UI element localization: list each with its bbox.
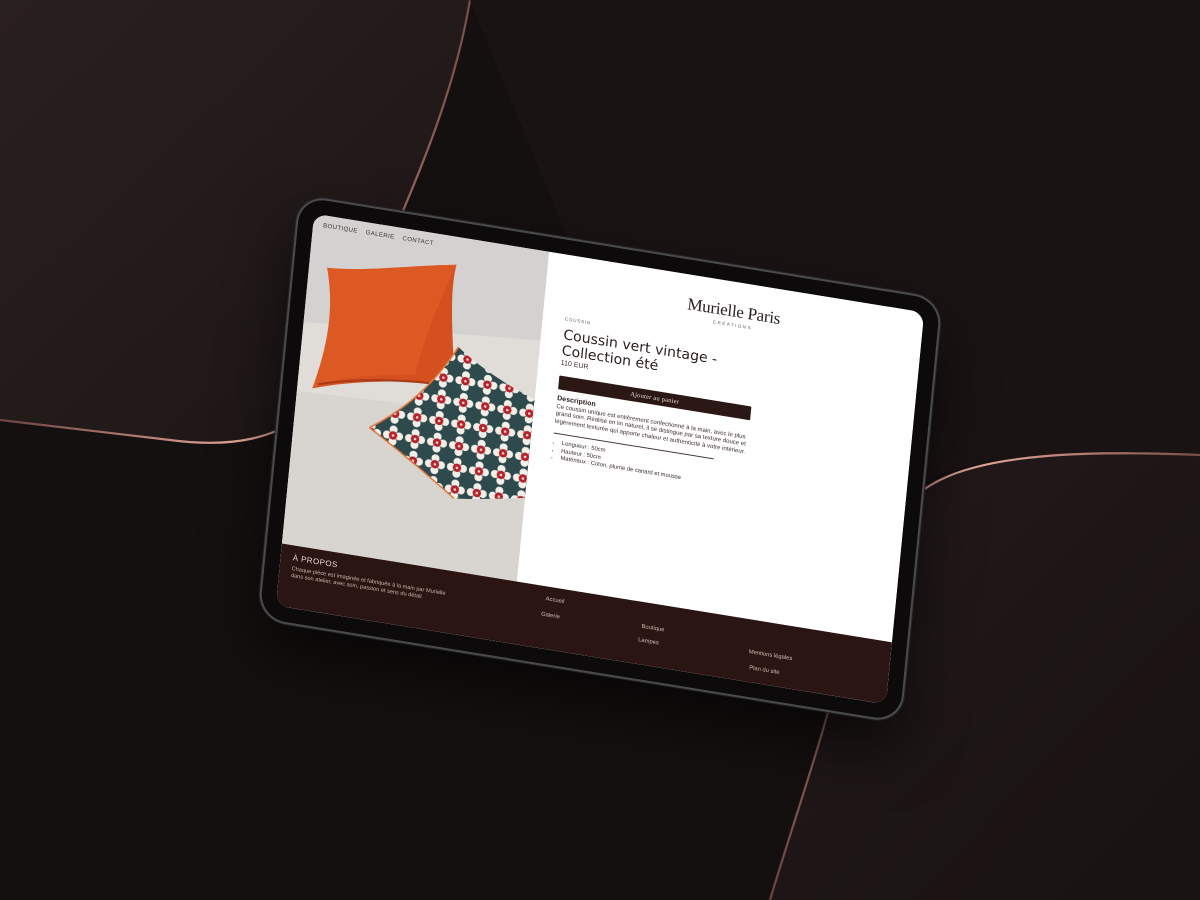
tablet: BOUTIQUE GALERIE CONTACT Murielle Paris …: [259, 196, 941, 722]
product-details: COUSSIN Coussin vert vintage - Collectio…: [551, 316, 763, 494]
footer-link-accueil[interactable]: Accueil: [545, 596, 564, 605]
cushions-image: [281, 213, 550, 582]
tablet-device: BOUTIQUE GALERIE CONTACT Murielle Paris …: [0, 0, 1200, 900]
footer-link-plan-du-site[interactable]: Plan du site: [749, 665, 780, 676]
footer-link-lampes[interactable]: Lampes: [638, 637, 659, 646]
footer-link-mentions[interactable]: Mentions légales: [748, 649, 792, 662]
product-panel: Murielle Paris CRÉATIONS COUSSIN Coussin…: [516, 251, 925, 643]
product-photo: [281, 213, 550, 582]
footer-link-boutique[interactable]: Boutique: [641, 624, 664, 634]
add-to-cart-label: Ajouter au panier: [629, 390, 680, 406]
footer-link-galerie[interactable]: Galerie: [541, 612, 560, 621]
